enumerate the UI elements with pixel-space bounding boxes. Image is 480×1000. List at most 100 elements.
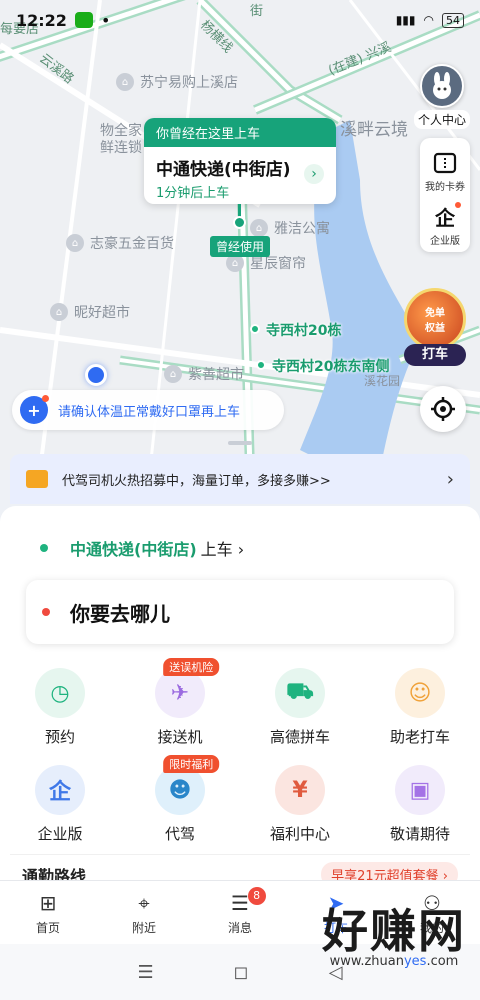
poi-pin-icon: ⌂ (50, 303, 68, 321)
promo-free-ride-badge[interactable]: 免单 权益 打车 (402, 288, 468, 368)
recruit-text: 代驾司机火热招募中，海量订单，多接多赚>> (62, 473, 331, 489)
service-label: 助老打车 (389, 728, 450, 746)
menu-icon[interactable]: ☰ (138, 962, 154, 983)
service-grid: ◷ 预约 ✈ 接送机 送误机险 ⛟ 高德拼车 ☺ 助老打车企企业版 ☻ 代驾 限时福利 ¥ 福利中心 ▣ 敬请… (0, 658, 480, 844)
wifi-icon: ◠ (423, 13, 434, 27)
service-item[interactable]: ☻ 代驾 限时福利 (120, 755, 240, 844)
previously-used-tag: 曾经使用 (210, 236, 271, 257)
service-promo-tag: 限时福利 (163, 755, 220, 773)
poi-pin-icon: ⌂ (66, 234, 84, 252)
map-area-label: 溪畔云境 (340, 120, 408, 140)
sheet-drag-handle[interactable] (228, 441, 252, 445)
tab-item[interactable]: ☰ 消息 8 (192, 881, 288, 944)
poi-pin-icon: ⌂ (116, 73, 134, 91)
safety-notice-text: 请确认体温正常戴好口罩再上车 (58, 404, 241, 420)
service-label: 代驾 (164, 825, 195, 843)
pickup-dot-icon (40, 544, 48, 552)
enterprise-icon: 企 (432, 201, 461, 230)
service-item[interactable]: ✈ 接送机 送误机险 (120, 658, 240, 747)
tab-label: 附近 (131, 921, 156, 935)
destination-placeholder: 你要去哪儿 (70, 601, 170, 626)
service-item[interactable]: ▣ 敬请期待 (360, 765, 480, 844)
safety-notice[interactable]: + 请确认体温正常戴好口罩再上车 (12, 390, 284, 430)
service-label: 福利中心 (269, 825, 330, 843)
home-icon[interactable]: ◻ (234, 962, 249, 983)
tab-icon: ⌖ (138, 891, 150, 915)
stop-dot-icon (256, 360, 266, 370)
service-icon: ☺ (395, 668, 445, 718)
tab-label: 消息 (227, 921, 252, 935)
coupon-icon (432, 150, 458, 176)
poi-pin-icon: ⌂ (164, 365, 182, 383)
map-poi[interactable]: ⌂ 志豪五金百货 (66, 233, 174, 253)
promo-ride-button[interactable]: 打车 (404, 344, 466, 366)
current-location-dot (85, 364, 107, 386)
pickup-pin-icon (233, 216, 246, 229)
avatar[interactable] (420, 64, 464, 108)
tab-icon: ⊞ (39, 891, 57, 915)
map-poi[interactable]: ⌂ 昵好超市 (50, 302, 130, 322)
shield-icon: + (20, 395, 49, 424)
pickup-place: 中通快递(中街店) (70, 540, 197, 559)
pickup-card-eta: 1分钟后上车 (156, 186, 230, 201)
tab-item[interactable]: ⌖ 附近 (96, 881, 192, 944)
map-area-label: 鲜连锁 (100, 140, 142, 156)
crosshair-icon (431, 397, 455, 421)
service-label: 企业版 (37, 825, 83, 843)
pickup-card-header: 你曾经在这里上车 (144, 118, 336, 147)
enterprise-side-button[interactable]: 企 企业版 (430, 198, 461, 252)
promo-gift-icon: 免单 权益 (404, 288, 466, 350)
tab-label: 首页 (35, 921, 60, 935)
red-dot (42, 395, 49, 402)
my-coupons-button[interactable]: 我的卡券 (425, 144, 465, 198)
watermark-title: 好赚网 (322, 904, 466, 958)
service-icon: ▣ (395, 765, 445, 815)
service-label: 接送机 (157, 728, 203, 746)
status-time: 12:22 (16, 10, 67, 30)
service-item[interactable]: ☺ 助老打车 (360, 668, 480, 747)
stop-dot-icon (250, 324, 260, 334)
poi-pin-icon: ⌂ (250, 219, 268, 237)
map-poi[interactable]: ⌂ 苏宁易购上溪店 (116, 72, 238, 92)
service-label: 预约 (44, 728, 75, 746)
watermark: 好赚网 www.zhuanyes.com (322, 908, 466, 969)
map-stop[interactable]: 寺西村20栋 (266, 320, 341, 340)
status-bar: 12:22 • ▮▮▮ ◠ 54 (0, 0, 480, 40)
service-promo-tag: 送误机险 (163, 658, 220, 676)
profile-entry[interactable]: 个人中心 (414, 64, 470, 129)
map-poi[interactable]: ⌂ 紫善超市 (164, 364, 244, 384)
pickup-row[interactable]: 中通快递(中街店) 上车 › (40, 536, 244, 560)
profile-label: 个人中心 (414, 110, 470, 129)
pickup-suggestion-card[interactable]: 你曾经在这里上车 中通快递(中街店) 1分钟后上车 › (144, 118, 336, 204)
service-icon: ¥ (275, 765, 325, 815)
red-dot (455, 201, 461, 208)
service-icon: ⛟ (275, 668, 325, 718)
tab-item[interactable]: ⊞ 首页 (0, 881, 96, 944)
service-item[interactable]: ¥ 福利中心 (240, 765, 360, 844)
signal-icon: ▮▮▮ (395, 13, 416, 27)
destination-input[interactable]: 你要去哪儿 (26, 580, 454, 644)
map-stop[interactable]: 寺西村20栋东南侧 (272, 356, 389, 376)
service-item[interactable]: ⛟ 高德拼车 (240, 668, 360, 747)
locate-me-button[interactable] (420, 386, 466, 432)
map-poi[interactable]: ⌂ 雅洁公寓 (250, 218, 330, 238)
megaphone-icon (26, 470, 48, 488)
battery-icon: 54 (442, 12, 464, 28)
bunny-avatar-icon (433, 72, 451, 99)
my-coupons-label: 我的卡券 (425, 181, 465, 193)
service-label: 高德拼车 (269, 728, 330, 746)
status-dot: • (100, 10, 111, 30)
unread-badge: 8 (247, 887, 266, 905)
service-label: 敬请期待 (389, 825, 450, 843)
side-tool-panel: 我的卡券 企 企业版 (420, 138, 470, 252)
service-icon: ◷ (35, 668, 85, 718)
service-icon: 企 (35, 765, 85, 815)
driver-recruit-banner[interactable]: 代驾司机火热招募中，海量订单，多接多赚>> › (10, 454, 470, 504)
service-item[interactable]: 企企业版 (0, 765, 120, 844)
pickup-suffix: 上车 › (200, 540, 245, 559)
ride-sheet: 中通快递(中街店) 上车 › 你要去哪儿 ◷ 预约 ✈ 接送机 送误机险 ⛟ 高德拼车 ☺ 助老… (0, 506, 480, 906)
service-item[interactable]: ◷ 预约 (0, 668, 120, 747)
chevron-right-icon: › (446, 468, 454, 490)
wechat-icon (74, 12, 93, 28)
chevron-right-icon[interactable]: › (304, 164, 324, 184)
